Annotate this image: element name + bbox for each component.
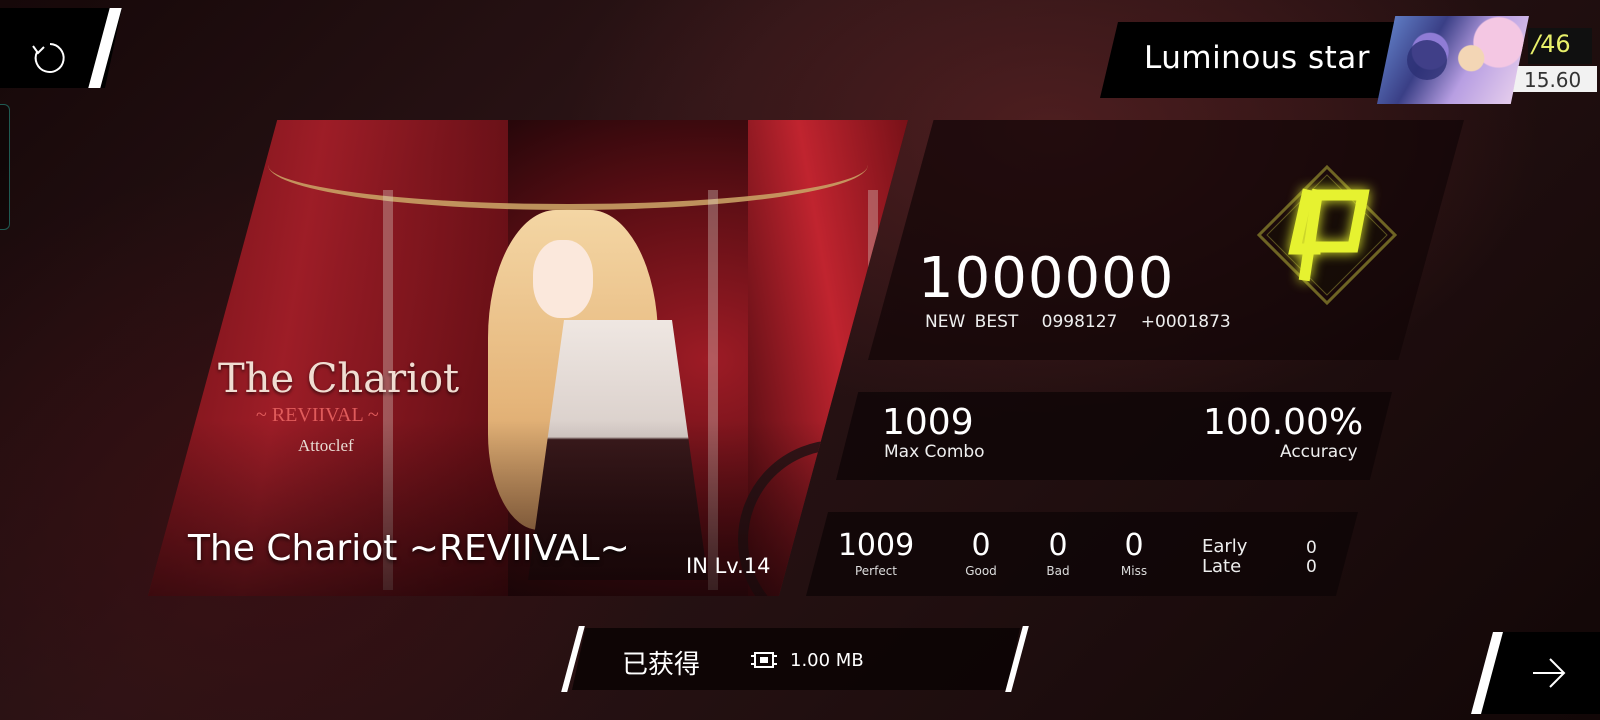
max-combo-label: Max Combo [884,442,985,462]
score-details: NEW BEST 0998127 +0001873 [925,312,1245,332]
miss-count: 0 [1124,528,1144,563]
player-rks: 15.60 [1524,68,1582,92]
chip-icon [751,652,777,668]
download-status: 已获得 [622,650,701,680]
early-count: 0 [1306,538,1317,558]
character-face [533,240,593,318]
carriage-ornament [268,120,868,210]
illustration-shade [148,420,908,596]
illustration-composer: Attoclef [298,436,354,455]
perfect-count: 1009 [837,528,915,563]
good-label: Good [965,564,997,578]
arrow-right-icon[interactable] [1530,656,1568,690]
new-best-label: NEW BEST [925,312,1019,332]
bad-label: Bad [1046,564,1070,578]
previous-best: 0998127 [1041,312,1118,332]
late-count: 0 [1306,557,1317,577]
song-title: The Chariot ~REVIIVAL~ [188,528,630,569]
miss-label: Miss [1120,564,1148,578]
late-label: Late [1202,556,1242,577]
illustration-title: The Chariot [218,356,460,402]
perfect-label: Perfect [854,564,898,578]
illustration-subtitle: ~ REVIIVAL ~ [256,404,379,426]
player-level: /46 [1532,30,1571,58]
avatar-detail [1407,40,1447,80]
accuracy-value: 100.00% [1203,402,1364,443]
score-delta: +0001873 [1140,312,1231,332]
side-tab [0,104,10,230]
difficulty-level: IN Lv.14 [686,554,771,578]
score-value: 1000000 [918,246,1175,311]
good-count: 0 [971,528,991,563]
download-size: 1.00 MB [790,650,864,671]
player-name: Luminous star [1144,40,1370,76]
retry-icon [32,43,65,73]
player-avatar[interactable] [1377,16,1529,104]
max-combo-value: 1009 [882,402,974,443]
early-label: Early [1202,536,1248,557]
accuracy-label: Accuracy [1280,442,1358,462]
bad-count: 0 [1048,528,1068,563]
player-level-value: 46 [1540,30,1571,58]
phi-grade-icon [1256,164,1398,306]
